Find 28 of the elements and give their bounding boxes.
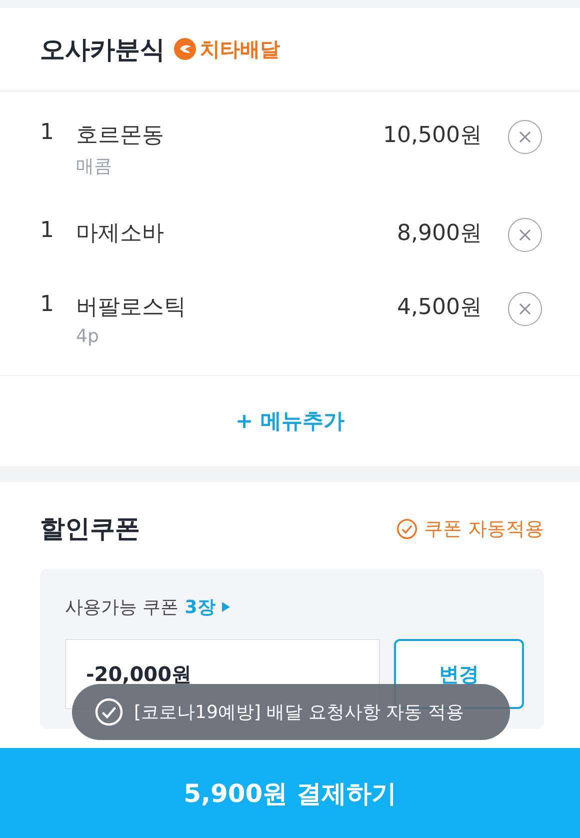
close-icon xyxy=(518,130,532,144)
item-name: 호르몬동 xyxy=(76,122,165,150)
available-coupons-label: 사용가능 쿠폰 xyxy=(65,596,179,619)
add-menu-link[interactable]: + 메뉴추가 xyxy=(236,407,344,435)
remove-button[interactable] xyxy=(508,292,542,326)
section-title: 할인쿠폰 xyxy=(40,513,140,545)
delivery-badge: 치타배달 xyxy=(173,36,280,62)
coupon-count-link[interactable]: 3장 xyxy=(184,595,216,619)
close-icon xyxy=(518,228,532,242)
remove-button[interactable] xyxy=(508,218,542,252)
check-icon xyxy=(94,697,124,727)
item-price: 8,900원 xyxy=(397,220,482,248)
item-quantity: 1 xyxy=(40,218,55,243)
store-name: 오사카분식 xyxy=(40,34,165,66)
check-icon xyxy=(396,518,418,540)
triangle-icon xyxy=(221,601,232,613)
item-option: 4p xyxy=(76,326,398,347)
item-quantity: 1 xyxy=(40,292,55,317)
remove-button[interactable] xyxy=(508,120,542,154)
item-price: 10,500원 xyxy=(383,122,482,150)
item-name: 버팔로스틱 xyxy=(76,294,187,322)
item-name: 마제소바 xyxy=(76,220,165,248)
close-icon xyxy=(518,302,532,316)
pay-button[interactable]: 5,900원 결제하기 xyxy=(0,748,580,838)
item-quantity: 1 xyxy=(40,120,55,145)
item-price: 4,500원 xyxy=(397,294,482,322)
item-option: 매콤 xyxy=(76,154,384,178)
auto-apply-toggle[interactable]: 쿠폰 자동적용 xyxy=(396,516,544,542)
